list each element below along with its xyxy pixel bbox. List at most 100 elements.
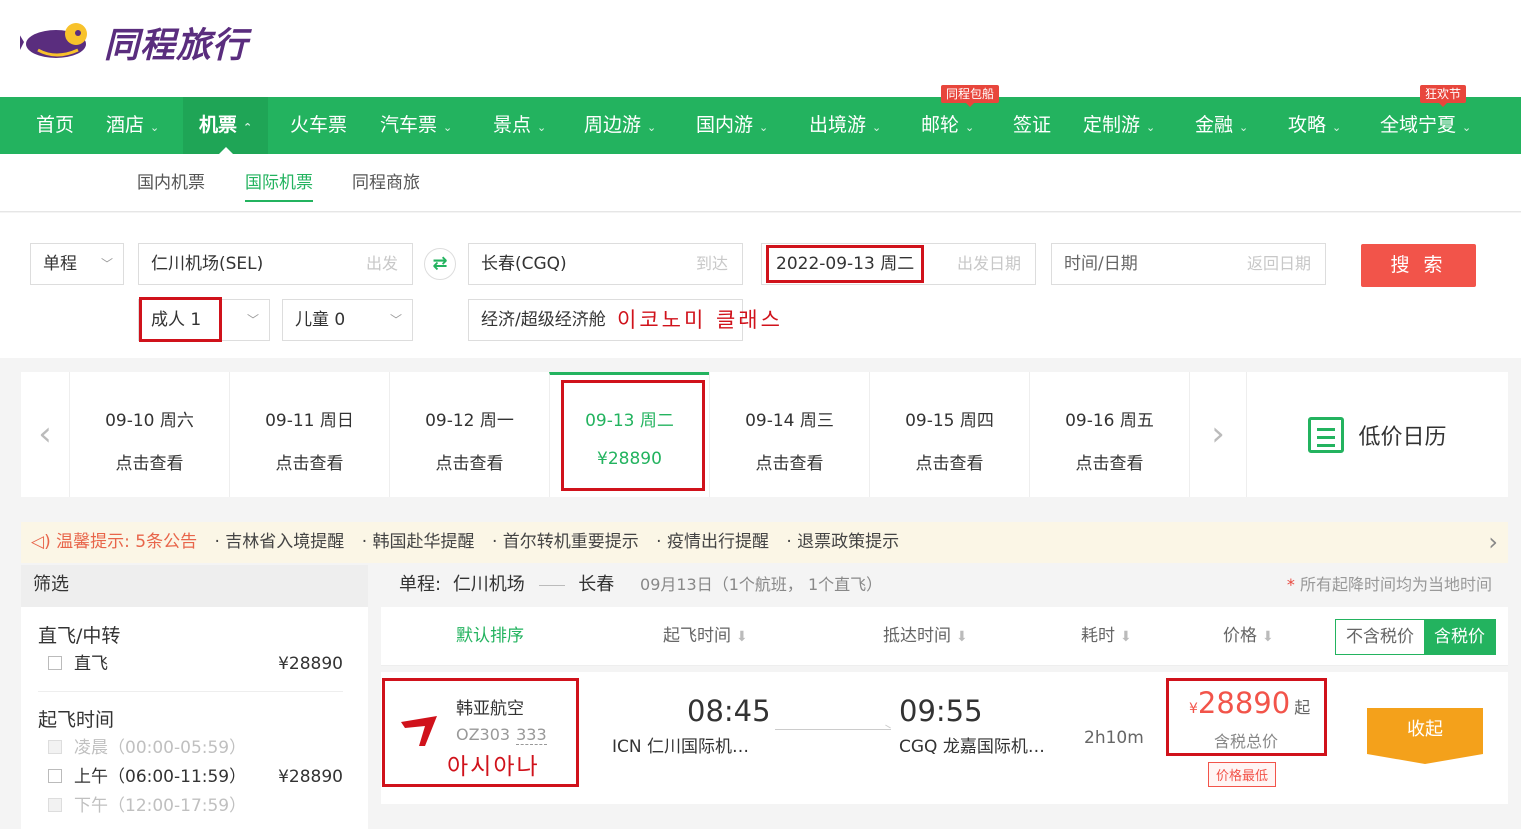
sort-label: 价格 [1223, 626, 1257, 646]
route-meta: 09月13日（1个航班， 1个直飞） [640, 575, 883, 594]
nav-finance[interactable]: 金融 ⌄ [1195, 97, 1248, 154]
date-option[interactable]: 09-14 周三 点击查看 [709, 372, 869, 497]
search-button[interactable]: 搜 索 [1361, 244, 1476, 287]
brand-logo[interactable]: 同程旅行 [20, 18, 248, 66]
departure-date-value: 2022-09-13 周二 [776, 254, 915, 274]
date-option[interactable]: 09-12 周一 点击查看 [389, 372, 549, 497]
filter-panel: 直飞/中转 直飞 ¥28890 起飞时间 凌晨（00:00-05:59） 上午（… [21, 607, 368, 829]
adults-select[interactable]: 成人 1 ﹀ [138, 299, 270, 341]
chevron-down-icon: ⌄ [1239, 121, 1249, 134]
flight-number-value: OZ303 [456, 725, 511, 744]
date-option[interactable]: 09-10 周六 点击查看 [69, 372, 229, 497]
flight-card[interactable]: 韩亚航空 OZ303 333 아시아나 08:45 ICN 仁川国际机… 09:5… [381, 672, 1508, 804]
nav-label: 定制游 [1083, 114, 1141, 136]
chevron-right-icon[interactable]: › [1488, 522, 1498, 563]
nav-domestic-tour[interactable]: 国内游 ⌄ [696, 97, 768, 154]
date-option[interactable]: 09-15 周四 点击查看 [869, 372, 1029, 497]
nav-visa[interactable]: 签证 [1013, 97, 1051, 154]
nav-attractions[interactable]: 景点 ⌄ [493, 97, 546, 154]
swap-cities-icon[interactable]: ⇄ [424, 248, 456, 280]
flight-duration: 2h10m [1084, 728, 1144, 748]
sort-depart-time[interactable]: 起飞时间 ⬇ [663, 607, 748, 667]
nav-ningxia[interactable]: 狂欢节 全域宁夏 ⌄ [1380, 85, 1471, 154]
chevron-down-icon: ﹀ [100, 257, 113, 271]
sort-price[interactable]: 价格 ⬇ [1223, 607, 1274, 667]
route-from: 仁川机场 [452, 574, 525, 595]
checkbox[interactable] [48, 768, 62, 783]
nav-cruise[interactable]: 同程包船 邮轮 ⌄ [921, 85, 1000, 154]
sort-bar: 默认排序 起飞时间 ⬇ 抵达时间 ⬇ 耗时 ⬇ 价格 ⬇ 不含税价 含税价 [381, 607, 1508, 666]
nav-label: 攻略 [1288, 114, 1327, 136]
nav-custom-tour[interactable]: 定制游 ⌄ [1083, 97, 1155, 154]
date-label: 09-15 周四 [905, 411, 994, 431]
tab-domestic-flights[interactable]: 国内机票 [137, 154, 205, 212]
sort-default[interactable]: 默认排序 [456, 607, 524, 666]
sort-label: 抵达时间 [883, 626, 951, 646]
arrival-city-input[interactable]: 长春(CGQ) 到达 [468, 243, 743, 285]
chevron-down-icon: ⌄ [965, 121, 975, 134]
trip-type-select[interactable]: 单程 ﹀ [30, 243, 124, 285]
brand-name: 同程旅行 [104, 25, 249, 66]
low-price-calendar-button[interactable]: 低价日历 [1246, 372, 1508, 497]
toggle-excl-tax[interactable]: 不含税价 [1336, 620, 1424, 654]
notice-link[interactable]: · 退票政策提示 [786, 532, 899, 552]
arrow-right-icon [538, 584, 565, 586]
tab-international-flights[interactable]: 国际机票 [245, 154, 313, 212]
nav-label: 邮轮 [921, 114, 960, 136]
filter-option-morning[interactable]: 上午（06:00-11:59） ¥28890 [48, 766, 343, 788]
arrow-down-icon: ⬇ [956, 629, 968, 645]
speaker-icon: ◁) [31, 532, 51, 552]
return-date-placeholder: 时间/日期 [1064, 254, 1138, 274]
aircraft-type[interactable]: 333 [516, 725, 547, 745]
toggle-incl-tax[interactable]: 含税价 [1424, 620, 1495, 654]
nav-guides[interactable]: 攻略 ⌄ [1288, 97, 1341, 154]
arrive-time: 09:55 [899, 694, 983, 728]
chevron-left-icon[interactable]: ‹ [21, 372, 69, 497]
collapse-button[interactable]: 收起 [1367, 708, 1483, 764]
nav-hotel[interactable]: 酒店 ⌄ [106, 97, 159, 154]
sort-arrive-time[interactable]: 抵达时间 ⬇ [883, 607, 968, 667]
departure-date-hint: 出发日期 [956, 254, 1021, 273]
arrow-down-icon: ⬇ [1120, 629, 1132, 645]
nav-train[interactable]: 火车票 [290, 97, 347, 154]
date-option[interactable]: 09-16 周五 点击查看 [1029, 372, 1189, 497]
notice-count[interactable]: 5条公告 [135, 532, 197, 552]
nav-label: 首页 [36, 114, 75, 136]
return-date-input[interactable]: 时间/日期 返回日期 [1051, 243, 1326, 285]
chevron-down-icon: ⌄ [1146, 121, 1156, 134]
checkbox[interactable] [48, 655, 62, 670]
nav-nearby[interactable]: 周边游 ⌄ [584, 97, 656, 154]
filter-option-direct[interactable]: 直飞 ¥28890 [48, 653, 343, 675]
notice-link[interactable]: · 疫情出行提醒 [656, 532, 769, 552]
filter-option-label: 直飞 [74, 654, 108, 674]
date-option-selected[interactable]: 09-13 周二 ¥28890 [549, 372, 709, 497]
children-select[interactable]: 儿童 0 ﹀ [282, 299, 413, 341]
departure-city-input[interactable]: 仁川机场(SEL) 出发 [138, 243, 413, 285]
tax-toggle: 不含税价 含税价 [1335, 619, 1496, 655]
chevron-right-icon[interactable]: › [1189, 372, 1246, 497]
departure-date-input[interactable]: 2022-09-13 周二 出发日期 [761, 243, 1036, 285]
date-label: 09-13 周二 [585, 411, 674, 431]
nav-bus[interactable]: 汽车票 ⌄ [380, 97, 452, 154]
filter-option-price: ¥28890 [278, 654, 343, 674]
flight-arrow [775, 729, 891, 730]
depart-airport: ICN 仁川国际机… [612, 737, 750, 757]
chevron-down-icon: ⌄ [759, 121, 769, 134]
sort-label: 耗时 [1081, 626, 1115, 646]
nav-flights[interactable]: 机票 ⌃ [183, 97, 269, 154]
sort-duration[interactable]: 耗时 ⬇ [1081, 607, 1132, 667]
nav-home[interactable]: 首页 [36, 97, 74, 154]
notice-link[interactable]: · 吉林省入境提醒 [215, 532, 345, 552]
nav-label: 酒店 [106, 114, 145, 136]
active-caret [218, 147, 233, 154]
notice-link[interactable]: · 韩国赴华提醒 [362, 532, 475, 552]
nav-label: 全域宁夏 [1380, 114, 1457, 136]
date-price: 点击查看 [435, 454, 504, 474]
date-price: ¥28890 [597, 449, 662, 469]
airline-name: 韩亚航空 [456, 699, 524, 719]
date-option[interactable]: 09-11 周日 点击查看 [229, 372, 389, 497]
nav-outbound-tour[interactable]: 出境游 ⌄ [809, 97, 881, 154]
chevron-down-icon: ⌄ [537, 121, 547, 134]
notice-link[interactable]: · 首尔转机重要提示 [492, 532, 639, 552]
tab-business-travel[interactable]: 同程商旅 [352, 154, 420, 212]
